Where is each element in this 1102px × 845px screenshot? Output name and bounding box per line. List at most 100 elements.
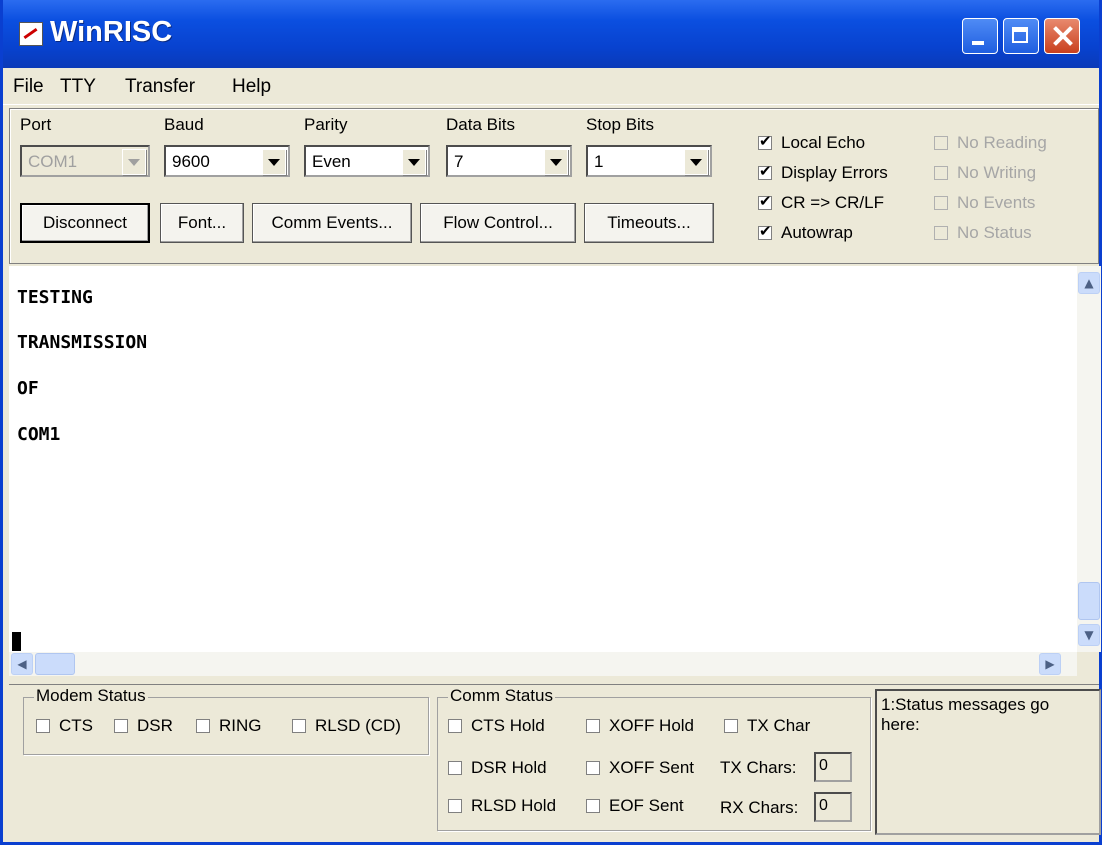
checkbox-icon[interactable] bbox=[448, 761, 462, 775]
modem-status-title: Modem Status bbox=[34, 686, 148, 706]
terminal-output[interactable]: TESTING TRANSMISSION OF COM1 bbox=[9, 266, 1077, 652]
baud-label: Baud bbox=[164, 115, 204, 134]
xoff-sent-label: XOFF Sent bbox=[609, 758, 695, 777]
rx-chars-label: RX Chars: bbox=[720, 798, 799, 817]
window-title: WinRISC bbox=[50, 16, 173, 48]
title-bar[interactable]: WinRISC bbox=[3, 0, 1099, 68]
stop-bits-value: 1 bbox=[594, 152, 604, 171]
menu-help[interactable]: Help bbox=[232, 76, 271, 98]
no-writing-label: No Writing bbox=[957, 163, 1037, 182]
chevron-down-icon bbox=[122, 149, 146, 175]
checkbox-icon[interactable] bbox=[448, 799, 462, 813]
no-reading-checkbox: No Reading bbox=[934, 133, 1047, 153]
dsr-checkbox[interactable]: DSR bbox=[114, 716, 173, 736]
chevron-down-icon[interactable] bbox=[544, 149, 568, 175]
minimize-button[interactable] bbox=[962, 18, 998, 54]
cts-label: CTS bbox=[59, 716, 93, 735]
xoff-sent-checkbox[interactable]: XOFF Sent bbox=[586, 758, 694, 778]
checkbox-checked-icon[interactable] bbox=[758, 192, 772, 210]
chevron-down-icon[interactable] bbox=[262, 149, 286, 175]
vertical-scroll-thumb[interactable] bbox=[1078, 582, 1100, 620]
disconnect-button[interactable]: Disconnect bbox=[20, 203, 150, 243]
horizontal-scrollbar[interactable]: ◀ ▶ bbox=[9, 652, 1077, 676]
terminal-line: TESTING bbox=[17, 287, 93, 308]
tx-chars-field: 0 bbox=[814, 752, 852, 782]
app-window: WinRISC File TTY Transfer Help Port Baud… bbox=[0, 0, 1102, 845]
no-reading-label: No Reading bbox=[957, 133, 1047, 152]
maximize-button[interactable] bbox=[1003, 18, 1039, 54]
autowrap-checkbox[interactable]: Autowrap bbox=[758, 222, 853, 243]
rlsd-hold-checkbox[interactable]: RLSD Hold bbox=[448, 796, 556, 816]
scroll-right-icon[interactable]: ▶ bbox=[1039, 653, 1061, 675]
status-message-box[interactable]: 1:Status messages go here: bbox=[875, 689, 1101, 835]
checkbox-icon[interactable] bbox=[586, 719, 600, 733]
eof-sent-checkbox[interactable]: EOF Sent bbox=[586, 796, 684, 816]
rlsd-label: RLSD (CD) bbox=[315, 716, 401, 735]
menu-file[interactable]: File bbox=[13, 76, 44, 98]
baud-select[interactable]: 9600 bbox=[164, 145, 290, 177]
vertical-scrollbar[interactable]: ▲ ▼ bbox=[1077, 266, 1101, 652]
stop-bits-select[interactable]: 1 bbox=[586, 145, 712, 177]
text-cursor bbox=[12, 632, 21, 651]
checkbox-icon[interactable] bbox=[724, 719, 738, 733]
port-select: COM1 bbox=[20, 145, 150, 177]
cr-crlf-label: CR => CR/LF bbox=[781, 193, 884, 212]
ring-checkbox[interactable]: RING bbox=[196, 716, 262, 736]
baud-value: 9600 bbox=[172, 152, 210, 171]
chevron-down-icon[interactable] bbox=[402, 149, 426, 175]
xoff-hold-checkbox[interactable]: XOFF Hold bbox=[586, 716, 694, 736]
scroll-up-icon[interactable]: ▲ bbox=[1078, 272, 1100, 294]
checkbox-icon[interactable] bbox=[586, 799, 600, 813]
menu-tty[interactable]: TTY bbox=[60, 76, 96, 98]
rlsd-hold-label: RLSD Hold bbox=[471, 796, 557, 815]
parity-value: Even bbox=[312, 152, 351, 171]
checkbox-icon[interactable] bbox=[36, 719, 50, 733]
comm-events-button[interactable]: Comm Events... bbox=[252, 203, 412, 243]
checkbox-icon bbox=[934, 136, 948, 150]
status-area: Modem Status CTS DSR RING RLSD (CD) Comm… bbox=[9, 684, 1101, 835]
chevron-down-icon[interactable] bbox=[684, 149, 708, 175]
menu-bar: File TTY Transfer Help bbox=[3, 70, 1099, 105]
local-echo-checkbox[interactable]: Local Echo bbox=[758, 132, 866, 153]
checkbox-icon[interactable] bbox=[196, 719, 210, 733]
tx-char-checkbox[interactable]: TX Char bbox=[724, 716, 810, 736]
display-errors-checkbox[interactable]: Display Errors bbox=[758, 162, 888, 183]
checkbox-icon bbox=[934, 166, 948, 180]
flow-control-button[interactable]: Flow Control... bbox=[420, 203, 576, 243]
scroll-down-icon[interactable]: ▼ bbox=[1078, 624, 1100, 646]
cts-hold-checkbox[interactable]: CTS Hold bbox=[448, 716, 545, 736]
dsr-hold-label: DSR Hold bbox=[471, 758, 547, 777]
font-button[interactable]: Font... bbox=[160, 203, 244, 243]
close-button[interactable] bbox=[1044, 18, 1080, 54]
checkbox-icon[interactable] bbox=[448, 719, 462, 733]
checkbox-checked-icon[interactable] bbox=[758, 162, 772, 180]
data-bits-select[interactable]: 7 bbox=[446, 145, 572, 177]
settings-panel: Port Baud Parity Data Bits Stop Bits COM… bbox=[9, 108, 1099, 264]
checkbox-icon[interactable] bbox=[586, 761, 600, 775]
cts-hold-label: CTS Hold bbox=[471, 716, 545, 735]
horizontal-scroll-thumb[interactable] bbox=[35, 653, 75, 675]
display-errors-label: Display Errors bbox=[781, 163, 888, 182]
checkbox-icon[interactable] bbox=[292, 719, 306, 733]
rlsd-checkbox[interactable]: RLSD (CD) bbox=[292, 716, 401, 736]
ring-label: RING bbox=[219, 716, 262, 735]
comm-status-group: Comm Status CTS Hold DSR Hold RLSD Hold … bbox=[437, 686, 871, 831]
data-bits-value: 7 bbox=[454, 152, 464, 171]
cts-checkbox[interactable]: CTS bbox=[36, 716, 93, 736]
scroll-left-icon[interactable]: ◀ bbox=[11, 653, 33, 675]
local-echo-label: Local Echo bbox=[781, 133, 866, 152]
menu-transfer[interactable]: Transfer bbox=[125, 76, 195, 98]
parity-select[interactable]: Even bbox=[304, 145, 430, 177]
dsr-hold-checkbox[interactable]: DSR Hold bbox=[448, 758, 547, 778]
no-status-label: No Status bbox=[957, 223, 1032, 242]
stop-bits-label: Stop Bits bbox=[586, 115, 655, 134]
checkbox-icon[interactable] bbox=[114, 719, 128, 733]
checkbox-checked-icon[interactable] bbox=[758, 222, 772, 240]
timeouts-button[interactable]: Timeouts... bbox=[584, 203, 714, 243]
cr-crlf-checkbox[interactable]: CR => CR/LF bbox=[758, 192, 884, 213]
comm-status-title: Comm Status bbox=[448, 686, 555, 706]
terminal-line: OF bbox=[17, 378, 39, 399]
modem-status-group: Modem Status CTS DSR RING RLSD (CD) bbox=[23, 686, 429, 755]
terminal-line: COM1 bbox=[17, 424, 61, 445]
checkbox-checked-icon[interactable] bbox=[758, 132, 772, 150]
